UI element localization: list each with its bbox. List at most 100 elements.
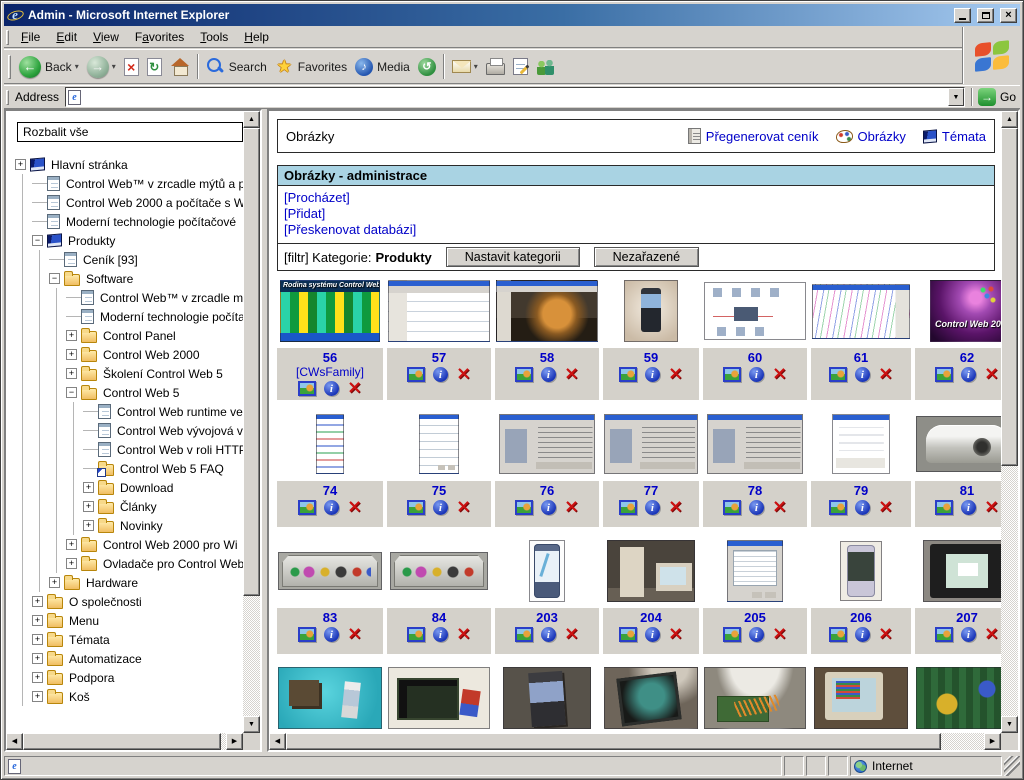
image-id-link[interactable]: 76	[540, 483, 554, 498]
image-info-icon[interactable]: i	[645, 500, 660, 515]
view-image-icon[interactable]	[515, 500, 533, 515]
scroll-right-icon[interactable]: ▶	[226, 733, 243, 750]
delete-image-icon[interactable]: ×	[564, 627, 579, 641]
tree-expand-icon[interactable]: +	[66, 330, 77, 341]
view-image-icon[interactable]	[298, 627, 316, 642]
scroll-up-icon[interactable]: ▲	[243, 111, 260, 128]
image-thumbnail[interactable]	[419, 414, 459, 474]
image-thumbnail[interactable]	[503, 667, 591, 729]
image-thumbnail[interactable]	[499, 414, 595, 474]
image-id-link[interactable]: 74	[323, 483, 337, 498]
view-image-icon[interactable]	[407, 367, 425, 382]
content-vscroll-thumb[interactable]	[1001, 128, 1018, 466]
messenger-button[interactable]	[532, 51, 560, 82]
tree-item[interactable]: +Podpora	[15, 668, 243, 687]
delete-image-icon[interactable]: ×	[668, 627, 683, 641]
filter-button[interactable]: Nezařazené	[594, 247, 699, 267]
address-input[interactable]	[81, 89, 948, 105]
image-id-link[interactable]: 75	[432, 483, 446, 498]
tree-item[interactable]: +O společnosti	[15, 592, 243, 611]
image-info-icon[interactable]: i	[541, 367, 556, 382]
image-id-link[interactable]: 84	[432, 610, 446, 625]
image-thumbnail[interactable]	[316, 414, 344, 474]
images-link[interactable]: Obrázky	[836, 129, 906, 144]
view-image-icon[interactable]	[515, 627, 533, 642]
image-id-link[interactable]: 62	[960, 350, 974, 365]
view-image-icon[interactable]	[829, 500, 847, 515]
scroll-down-icon[interactable]: ▼	[243, 716, 260, 733]
delete-image-icon[interactable]: ×	[772, 627, 787, 641]
tree-item[interactable]: Control Web runtime ve	[15, 402, 243, 421]
image-id-link[interactable]: 83	[323, 610, 337, 625]
view-image-icon[interactable]	[515, 367, 533, 382]
image-thumbnail[interactable]	[704, 667, 806, 729]
image-info-icon[interactable]: i	[855, 500, 870, 515]
stop-button[interactable]	[120, 51, 143, 82]
tree-expand-icon[interactable]: +	[32, 634, 43, 645]
image-info-icon[interactable]: i	[324, 627, 339, 642]
image-info-icon[interactable]: i	[645, 367, 660, 382]
image-info-icon[interactable]: i	[961, 367, 976, 382]
admin-action-link[interactable]: [Přidat]	[284, 206, 988, 222]
scroll-down-icon[interactable]: ▼	[1001, 716, 1018, 733]
menu-help[interactable]: Help	[236, 28, 277, 46]
admin-action-link[interactable]: [Procházet]	[284, 190, 988, 206]
search-button[interactable]: Search	[202, 51, 271, 82]
tree-item[interactable]: +Menu	[15, 611, 243, 630]
image-id-link[interactable]: 58	[540, 350, 554, 365]
image-info-icon[interactable]: i	[324, 500, 339, 515]
view-image-icon[interactable]	[619, 627, 637, 642]
view-image-icon[interactable]	[298, 500, 316, 515]
tree-item[interactable]: +Školení Control Web 5	[15, 364, 243, 383]
view-image-icon[interactable]	[407, 500, 425, 515]
history-button[interactable]	[414, 51, 440, 82]
tree-item[interactable]: +Koš	[15, 687, 243, 706]
view-image-icon[interactable]	[935, 500, 953, 515]
maximize-button[interactable]	[977, 8, 994, 23]
tree-expand-icon[interactable]: +	[66, 349, 77, 360]
delete-image-icon[interactable]: ×	[668, 500, 683, 514]
tree-item[interactable]: Control Web v roli HTTP	[15, 440, 243, 459]
tree-item[interactable]: Moderní technologie počíta	[15, 307, 243, 326]
tree-item[interactable]: +Hardware	[15, 573, 243, 592]
image-thumbnail[interactable]	[529, 540, 565, 602]
view-image-icon[interactable]	[619, 367, 637, 382]
view-image-icon[interactable]	[935, 367, 953, 382]
image-thumbnail[interactable]	[916, 416, 1001, 472]
image-id-link[interactable]: 79	[854, 483, 868, 498]
image-thumbnail[interactable]	[916, 667, 1001, 729]
image-info-icon[interactable]: i	[433, 367, 448, 382]
tree-item[interactable]: +Články	[15, 497, 243, 516]
expand-all-button[interactable]: Rozbalit vše	[17, 122, 243, 142]
tree-expand-icon[interactable]: +	[32, 653, 43, 664]
delete-image-icon[interactable]: ×	[347, 381, 362, 395]
image-thumbnail[interactable]: Control Web 2000	[930, 280, 1001, 342]
tree-hscroll-thumb[interactable]	[23, 733, 221, 750]
tree-item[interactable]: Ceník [93]	[15, 250, 243, 269]
go-button[interactable]: → Go	[971, 88, 1016, 106]
view-image-icon[interactable]	[723, 627, 741, 642]
address-dropdown-button[interactable]: ▼	[948, 88, 964, 106]
delete-image-icon[interactable]: ×	[456, 627, 471, 641]
back-button[interactable]: Back▾	[15, 51, 83, 82]
resize-grip[interactable]	[1004, 756, 1020, 776]
image-thumbnail[interactable]	[496, 280, 598, 342]
scroll-right-icon[interactable]: ▶	[984, 733, 1001, 750]
image-thumbnail[interactable]	[812, 284, 910, 339]
tree-collapse-icon[interactable]: −	[32, 235, 43, 246]
tree-item[interactable]: +Hlavní stránka	[15, 155, 243, 174]
regenerate-pricelist-link[interactable]: Přegenerovat ceník	[688, 128, 819, 144]
tree-item[interactable]: +Automatizace	[15, 649, 243, 668]
tree-expand-icon[interactable]: +	[15, 159, 26, 170]
delete-image-icon[interactable]: ×	[984, 627, 999, 641]
view-image-icon[interactable]	[829, 627, 847, 642]
delete-image-icon[interactable]: ×	[347, 500, 362, 514]
tree-expand-icon[interactable]: +	[83, 501, 94, 512]
tree-expand-icon[interactable]: +	[66, 368, 77, 379]
image-id-link[interactable]: 206	[850, 610, 872, 625]
image-thumbnail[interactable]	[388, 667, 490, 729]
delete-image-icon[interactable]: ×	[984, 367, 999, 381]
image-info-icon[interactable]: i	[433, 627, 448, 642]
image-id-link[interactable]: 78	[748, 483, 762, 498]
image-id-link[interactable]: 77	[644, 483, 658, 498]
